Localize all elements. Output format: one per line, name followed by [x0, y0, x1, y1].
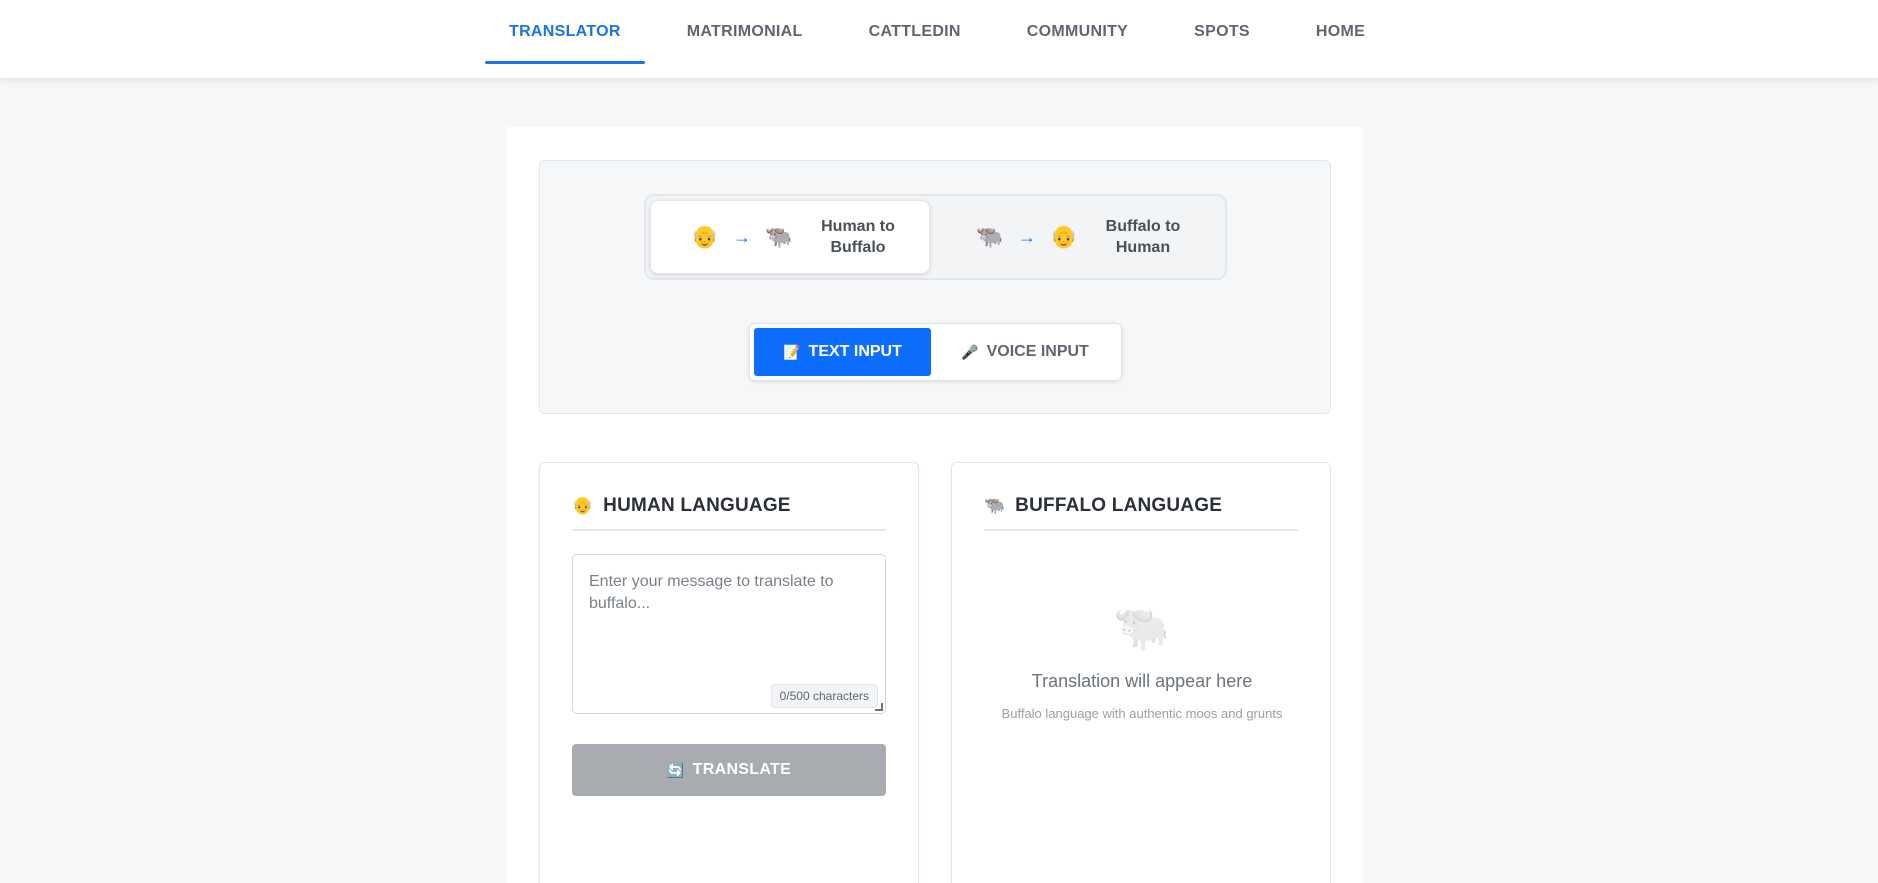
message-input-wrapper: 0/500 characters	[572, 554, 886, 714]
human-to-buffalo-label: Human to Buffalo	[821, 218, 895, 256]
resize-handle[interactable]	[875, 703, 883, 711]
nav-item-matrimonial[interactable]: MATRIMONIAL	[663, 0, 827, 64]
human-icon: 👴	[1050, 224, 1078, 249]
buffalo-card-title: BUFFALO LANGUAGE	[1015, 495, 1223, 516]
buffalo-card-header: 🐃 BUFFALO LANGUAGE	[984, 495, 1298, 531]
buffalo-icon: 🐃	[765, 224, 793, 249]
human-icon: 👴	[572, 496, 594, 515]
top-nav: TRANSLATOR MATRIMONIAL CATTLEDIN COMMUNI…	[0, 0, 1878, 79]
placeholder-subtitle: Buffalo language with authentic moos and…	[1001, 706, 1283, 721]
text-input-button[interactable]: 📝 TEXT INPUT	[754, 328, 931, 376]
placeholder-title: Translation will appear here	[1031, 671, 1253, 691]
voice-input-label: VOICE INPUT	[986, 343, 1089, 360]
buffalo-to-human-button[interactable]: 🐃 → 👴 Buffalo to Human	[936, 200, 1216, 274]
translate-label: TRANSLATE	[692, 761, 792, 778]
memo-icon: 📝	[783, 343, 801, 360]
text-input-label: TEXT INPUT	[808, 343, 902, 360]
buffalo-language-card: 🐃 BUFFALO LANGUAGE 🐃 Translation will ap…	[951, 462, 1331, 883]
nav-item-spots[interactable]: SPOTS	[1170, 0, 1274, 64]
nav-item-cattledin[interactable]: CATTLEDIN	[845, 0, 985, 64]
nav-item-translator[interactable]: TRANSLATOR	[485, 0, 645, 64]
buffalo-placeholder-icon: 🐃	[1113, 601, 1171, 653]
direction-toggle: 👴 → 🐃 Human to Buffalo 🐃 → 👴 Buffalo to …	[644, 194, 1227, 280]
human-card-header: 👴 HUMAN LANGUAGE	[572, 495, 886, 531]
arrow-right-icon: →	[1018, 226, 1036, 247]
microphone-icon: 🎤	[961, 343, 979, 360]
refresh-icon: 🔄	[666, 761, 685, 778]
nav-item-home[interactable]: HOME	[1292, 0, 1389, 64]
arrow-right-icon: →	[733, 226, 751, 247]
human-to-buffalo-button[interactable]: 👴 → 🐃 Human to Buffalo	[650, 200, 930, 274]
buffalo-to-human-label: Buffalo to Human	[1105, 218, 1181, 256]
human-card-title: HUMAN LANGUAGE	[603, 495, 791, 516]
char-count: 0/500 characters	[770, 684, 878, 708]
input-mode-toggle: 📝 TEXT INPUT 🎤 VOICE INPUT	[749, 323, 1122, 381]
translate-button[interactable]: 🔄 TRANSLATE	[572, 744, 886, 796]
voice-input-button[interactable]: 🎤 VOICE INPUT	[934, 328, 1116, 376]
human-language-card: 👴 HUMAN LANGUAGE 0/500 characters 🔄 TRAN…	[539, 462, 919, 883]
buffalo-icon: 🐃	[984, 496, 1006, 515]
nav-menu: TRANSLATOR MATRIMONIAL CATTLEDIN COMMUNI…	[485, 0, 1389, 79]
human-icon: 👴	[691, 224, 719, 249]
translation-placeholder: 🐃 Translation will appear here Buffalo l…	[952, 597, 1332, 721]
nav-item-community[interactable]: COMMUNITY	[1003, 0, 1152, 64]
buffalo-icon: 🐃	[976, 224, 1004, 249]
